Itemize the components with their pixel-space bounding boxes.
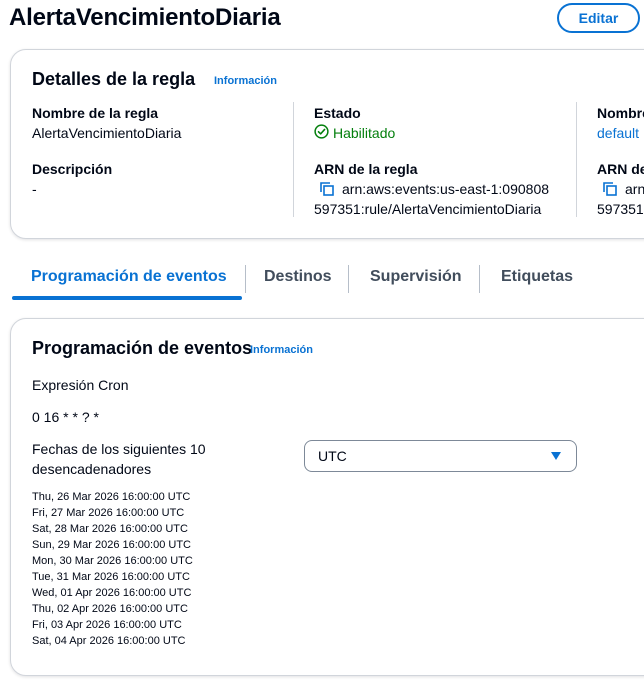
- timezone-select[interactable]: UTC: [304, 440, 577, 472]
- list-item: Mon, 30 Mar 2026 16:00:00 UTC: [32, 555, 193, 567]
- copy-icon[interactable]: [319, 181, 335, 197]
- page-title: AlertaVencimientoDiaria: [9, 4, 281, 31]
- rule-name-value: AlertaVencimientoDiaria: [32, 125, 182, 141]
- next-triggers-label-line1: Fechas de los siguientes 10: [32, 441, 206, 457]
- schedule-title: Programación de eventos: [32, 338, 253, 358]
- schedule-info-link[interactable]: Información: [250, 344, 313, 356]
- status-check-icon: [314, 124, 329, 142]
- column-divider: [293, 102, 294, 217]
- active-tab-indicator: [12, 296, 242, 300]
- cron-label: Expresión Cron: [32, 377, 129, 393]
- tab-targets[interactable]: Destinos: [264, 268, 332, 286]
- tab-tags[interactable]: Etiquetas: [501, 268, 573, 286]
- tab-separator: [348, 265, 349, 293]
- event-bus-arn-line2: 597351: [597, 201, 644, 217]
- list-item: Wed, 01 Apr 2026 16:00:00 UTC: [32, 587, 192, 599]
- list-item: Thu, 02 Apr 2026 16:00:00 UTC: [32, 603, 188, 615]
- status-value: Habilitado: [314, 124, 395, 142]
- list-item: Fri, 03 Apr 2026 16:00:00 UTC: [32, 619, 182, 631]
- next-triggers-label-line2: desencadenadores: [32, 461, 152, 477]
- cron-value: 0 16 * * ? *: [32, 409, 99, 425]
- details-info-link[interactable]: Información: [214, 75, 277, 87]
- next-triggers-list: Thu, 26 Mar 2026 16:00:00 UTC Fri, 27 Ma…: [32, 489, 193, 649]
- edit-button[interactable]: Editar: [557, 3, 640, 33]
- list-item: Sun, 29 Mar 2026 16:00:00 UTC: [32, 539, 191, 551]
- status-text: Habilitado: [333, 125, 396, 141]
- arn-label: ARN de la regla: [314, 161, 418, 177]
- list-item: Thu, 26 Mar 2026 16:00:00 UTC: [32, 491, 191, 503]
- rule-name-label: Nombre de la regla: [32, 105, 159, 121]
- copy-icon[interactable]: [602, 181, 618, 197]
- list-item: Tue, 31 Mar 2026 16:00:00 UTC: [32, 571, 190, 583]
- status-label: Estado: [314, 105, 361, 121]
- tab-bar: Programación de eventos Destinos Supervi…: [12, 262, 644, 302]
- tab-separator: [479, 265, 480, 293]
- rule-details-card: Detalles de la regla Información Nombre …: [10, 49, 644, 239]
- tab-monitoring[interactable]: Supervisión: [370, 268, 462, 286]
- details-title: Detalles de la regla: [32, 69, 196, 89]
- tab-separator: [245, 265, 246, 293]
- list-item: Fri, 27 Mar 2026 16:00:00 UTC: [32, 507, 185, 519]
- list-item: Sat, 28 Mar 2026 16:00:00 UTC: [32, 523, 188, 535]
- arn-value-line2: 597351:rule/AlertaVencimientoDiaria: [314, 201, 542, 217]
- event-schedule-card: Programación de eventos Información Expr…: [10, 318, 644, 676]
- list-item: Sat, 04 Apr 2026 16:00:00 UTC: [32, 635, 186, 647]
- event-bus-arn-label: ARN de: [597, 161, 644, 177]
- tab-event-schedule[interactable]: Programación de eventos: [31, 268, 227, 286]
- timezone-selected-value: UTC: [318, 448, 347, 464]
- event-bus-name-label: Nombre: [597, 105, 644, 121]
- description-value: -: [32, 181, 37, 197]
- description-label: Descripción: [32, 161, 113, 177]
- column-divider: [576, 102, 577, 217]
- event-bus-name-link[interactable]: default: [597, 125, 639, 141]
- caret-down-icon: [551, 452, 561, 460]
- event-bus-arn-line1: arn: [625, 181, 644, 197]
- arn-value-line1: arn:aws:events:us-east-1:090808: [342, 181, 550, 197]
